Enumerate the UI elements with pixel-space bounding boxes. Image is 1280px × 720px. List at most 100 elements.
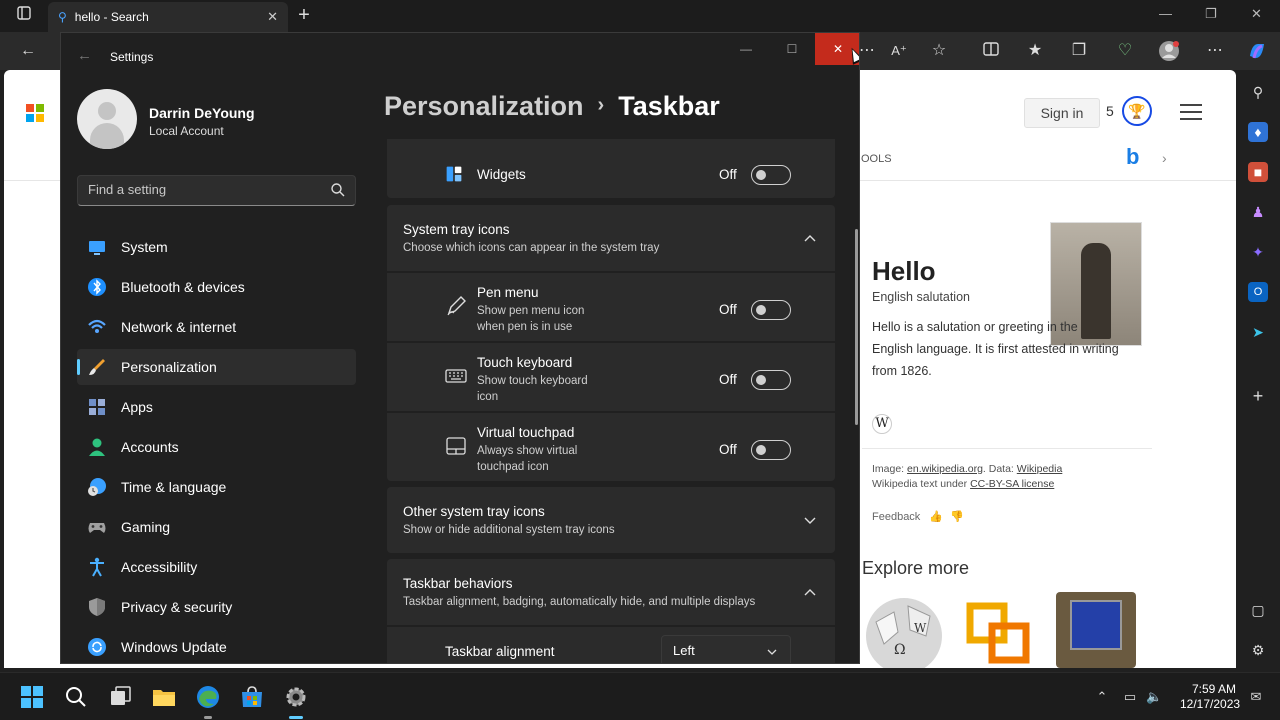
- notification-icon[interactable]: ✉: [1248, 689, 1264, 705]
- wikipedia-globe-image[interactable]: ΩW: [864, 592, 944, 668]
- sidebar-item-label: Privacy & security: [121, 599, 233, 615]
- performance-icon[interactable]: ♡: [1114, 40, 1136, 62]
- phone-image[interactable]: [1056, 592, 1136, 668]
- pen-icon: [447, 296, 466, 316]
- kp-subtitle: English salutation: [872, 290, 970, 304]
- settings-titlebar[interactable]: ← Settings — ☐ ✕: [61, 33, 859, 81]
- touch-keyboard-toggle[interactable]: [751, 370, 791, 390]
- task-view-icon[interactable]: [107, 683, 135, 711]
- new-tab-icon[interactable]: +: [293, 4, 315, 26]
- image-source-link[interactable]: en.wikipedia.org: [907, 463, 983, 475]
- browser-tab[interactable]: ⚲ hello - Search ✕: [48, 2, 288, 32]
- content-scrollbar[interactable]: [855, 229, 858, 425]
- taskbar-alignment-dropdown[interactable]: Left: [661, 635, 791, 663]
- bing-logo-icon[interactable]: b: [1126, 144, 1139, 170]
- edge-browser-icon[interactable]: [194, 683, 222, 711]
- minimize-button[interactable]: —: [723, 33, 769, 65]
- taskbar-alignment-label: Taskbar alignment: [445, 644, 555, 659]
- tab-close-icon[interactable]: ✕: [267, 9, 278, 25]
- drop-icon[interactable]: ➤: [1248, 322, 1268, 342]
- rewards-trophy-icon[interactable]: 🏆: [1122, 96, 1152, 126]
- tools-icon[interactable]: ■: [1248, 162, 1268, 182]
- back-arrow-icon[interactable]: ←: [77, 47, 92, 64]
- taskbar-behaviors-header[interactable]: Taskbar behaviors Taskbar alignment, bad…: [387, 559, 835, 625]
- settings-gear-icon[interactable]: [282, 683, 310, 711]
- sidebar-item-system[interactable]: System: [77, 229, 356, 265]
- breadcrumb-parent[interactable]: Personalization: [384, 91, 584, 121]
- favorites-icon[interactable]: ★: [1024, 40, 1046, 62]
- license-link[interactable]: CC-BY-SA license: [970, 478, 1054, 490]
- copilot-icon[interactable]: [1246, 40, 1268, 62]
- search-icon[interactable]: [62, 683, 90, 711]
- hamburger-menu-icon[interactable]: [1180, 104, 1202, 120]
- favorite-star-icon[interactable]: ☆: [928, 40, 950, 62]
- thumbs-up-icon[interactable]: 👍: [929, 511, 943, 523]
- sidebar-settings-icon[interactable]: ⚙: [1248, 640, 1268, 660]
- sidebar-item-gaming[interactable]: Gaming: [77, 509, 356, 545]
- thumbs-down-icon[interactable]: 👎: [950, 511, 964, 523]
- chevron-up-icon[interactable]: [803, 585, 817, 599]
- chevron-down-icon[interactable]: [803, 513, 817, 527]
- shopping-icon[interactable]: ♦: [1248, 122, 1268, 142]
- pen-menu-toggle[interactable]: [751, 300, 791, 320]
- settings-more-icon[interactable]: ⋯: [1204, 40, 1226, 62]
- virtual-touchpad-desc-2: touchpad icon: [477, 461, 549, 473]
- volume-muted-icon[interactable]: 🔈: [1146, 689, 1162, 705]
- chevron-up-icon[interactable]: ⌃: [1094, 689, 1110, 705]
- sidebar-item-label: Windows Update: [121, 639, 227, 655]
- profile-avatar-icon[interactable]: [1158, 40, 1180, 62]
- widgets-label: Widgets: [477, 167, 526, 182]
- search-icon[interactable]: ⚲: [1248, 82, 1268, 102]
- avatar[interactable]: [77, 89, 137, 149]
- sidebar-layout-icon[interactable]: ▢: [1248, 600, 1268, 620]
- widgets-toggle[interactable]: [751, 165, 791, 185]
- data-source-link[interactable]: Wikipedia: [1017, 463, 1063, 475]
- search-input[interactable]: [88, 182, 318, 197]
- start-windows-icon[interactable]: [18, 683, 46, 711]
- store-icon[interactable]: [238, 683, 266, 711]
- feedback-label: Feedback: [872, 511, 921, 523]
- chevron-right-icon: ›: [597, 94, 605, 116]
- sidebar-item-apps[interactable]: Apps: [77, 389, 356, 425]
- virtual-touchpad-toggle[interactable]: [751, 440, 791, 460]
- other-tray-icons-header[interactable]: Other system tray icons Show or hide add…: [387, 487, 835, 553]
- add-sidebar-icon[interactable]: +: [1248, 386, 1268, 406]
- games-icon[interactable]: ♟: [1248, 202, 1268, 222]
- edge-minimize-icon[interactable]: —: [1159, 6, 1172, 21]
- outlook-icon[interactable]: O: [1248, 282, 1268, 302]
- display-network-icon[interactable]: ▭: [1122, 689, 1138, 705]
- sidebar-item-bluetooth[interactable]: Bluetooth & devices: [77, 269, 356, 305]
- sidebar-item-accessibility[interactable]: Accessibility: [77, 549, 356, 585]
- taskbar-settings-list: Widgets Off System tray icons Choose whi…: [387, 139, 837, 663]
- edge-close-icon[interactable]: ✕: [1251, 6, 1262, 22]
- collections-icon[interactable]: ❐: [1068, 40, 1090, 62]
- office-logo-image[interactable]: [962, 592, 1042, 668]
- accessibility-icon: [90, 557, 104, 577]
- chevron-up-icon[interactable]: [803, 231, 817, 245]
- sidebar-item-network[interactable]: Network & internet: [77, 309, 356, 345]
- copilot-sidebar-icon[interactable]: ✦: [1248, 242, 1268, 262]
- page-title: Taskbar: [618, 91, 720, 121]
- read-aloud-icon[interactable]: A⁺: [888, 40, 910, 62]
- explore-more-title: Explore more: [862, 558, 970, 578]
- wikipedia-icon[interactable]: W: [872, 414, 892, 434]
- wifi-icon: [88, 319, 106, 333]
- sidebar-item-time-language[interactable]: Time & language: [77, 469, 356, 505]
- sidebar-item-privacy[interactable]: Privacy & security: [77, 589, 356, 625]
- taskbar-clock[interactable]: 7:59 AM 12/17/2023: [1180, 682, 1240, 712]
- nav-tools-tab[interactable]: OOLS: [861, 153, 892, 165]
- tab-actions-icon[interactable]: [13, 5, 35, 27]
- sidebar-item-accounts[interactable]: Accounts: [77, 429, 356, 465]
- file-explorer-icon[interactable]: [150, 683, 178, 711]
- sidebar-item-windows-update[interactable]: Windows Update: [77, 629, 356, 663]
- edge-restore-icon[interactable]: ❐: [1205, 6, 1217, 22]
- sidebar-item-personalization[interactable]: Personalization: [77, 349, 356, 385]
- back-icon[interactable]: ←: [17, 40, 39, 62]
- system-tray-icons-header[interactable]: System tray icons Choose which icons can…: [387, 205, 835, 271]
- sign-in-button[interactable]: Sign in: [1024, 98, 1100, 128]
- find-setting-search[interactable]: [77, 175, 356, 206]
- maximize-button[interactable]: ☐: [769, 33, 815, 65]
- sidebar-item-label: Apps: [121, 399, 153, 415]
- chevron-right-icon[interactable]: ›: [1162, 150, 1167, 166]
- split-screen-icon[interactable]: [980, 40, 1002, 62]
